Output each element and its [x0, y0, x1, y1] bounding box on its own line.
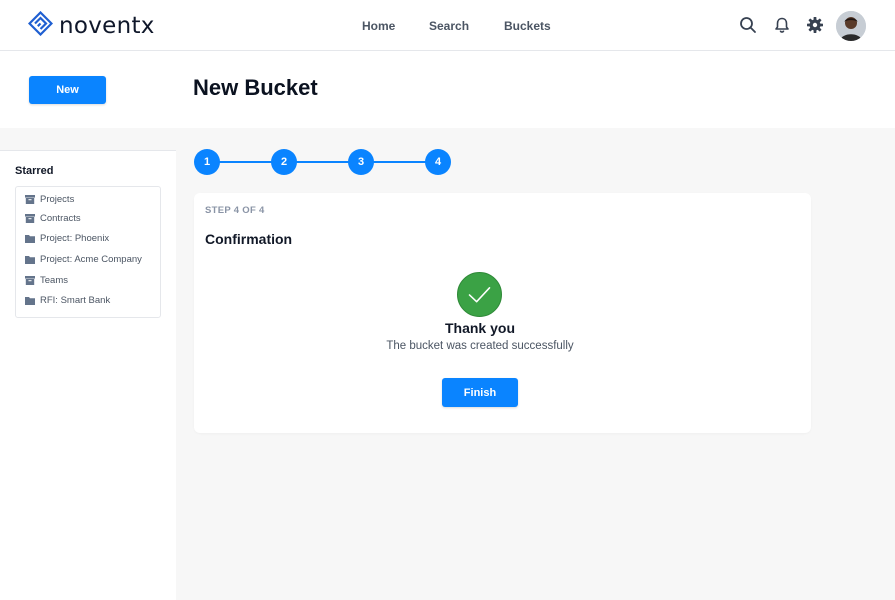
search-icon[interactable] — [739, 16, 757, 34]
sidebar-item-project-acme[interactable]: Project: Acme Company — [25, 254, 142, 265]
folder-icon — [25, 234, 35, 243]
sidebar-item-contracts[interactable]: Contracts — [25, 213, 81, 224]
nav-home[interactable]: Home — [362, 19, 395, 33]
sidebar-item-label: Project: Phoenix — [40, 233, 110, 244]
step-3[interactable]: 3 — [348, 149, 374, 175]
gear-icon[interactable] — [806, 16, 824, 34]
folder-icon — [25, 296, 35, 305]
sidebar-item-projects[interactable]: Projects — [25, 194, 74, 205]
step-4[interactable]: 4 — [425, 149, 451, 175]
top-bar: noventx Home Search Buckets — [0, 0, 895, 51]
finish-button[interactable]: Finish — [442, 378, 518, 407]
folder-icon — [25, 255, 35, 264]
noventx-logo-icon — [27, 10, 54, 41]
starred-heading: Starred — [15, 165, 54, 177]
stepper-track — [207, 161, 438, 163]
brand-name: noventx — [59, 13, 155, 39]
thanks-heading: Thank you — [444, 320, 515, 336]
sidebar-item-label: Projects — [40, 194, 75, 205]
step-1[interactable]: 1 — [194, 149, 220, 175]
sidebar-item-project-phoenix[interactable]: Project: Phoenix — [25, 233, 109, 244]
step-2[interactable]: 2 — [271, 149, 297, 175]
sidebar-item-label: Contracts — [40, 213, 81, 224]
sidebar-item-label: RFI: Smart Bank — [40, 295, 111, 306]
bell-icon[interactable] — [773, 16, 791, 34]
sidebar-item-rfi-smart-bank[interactable]: RFI: Smart Bank — [25, 295, 110, 306]
archive-icon — [25, 214, 35, 223]
nav-search[interactable]: Search — [429, 19, 469, 33]
avatar[interactable] — [836, 11, 866, 41]
success-message: The bucket was created successfully — [386, 340, 574, 352]
success-check-icon — [457, 272, 502, 317]
archive-icon — [25, 276, 35, 285]
card-title: Confirmation — [205, 231, 293, 247]
new-button[interactable]: New — [29, 76, 106, 104]
sidebar-item-teams[interactable]: Teams — [25, 275, 68, 286]
brand-logo[interactable]: noventx — [27, 10, 155, 41]
sidebar-item-label: Teams — [40, 275, 68, 286]
sidebar-item-label: Project: Acme Company — [40, 254, 142, 265]
nav-buckets[interactable]: Buckets — [504, 19, 551, 33]
page-title: New Bucket — [193, 75, 318, 100]
archive-icon — [25, 195, 35, 204]
step-indicator: STEP 4 OF 4 — [205, 205, 265, 216]
